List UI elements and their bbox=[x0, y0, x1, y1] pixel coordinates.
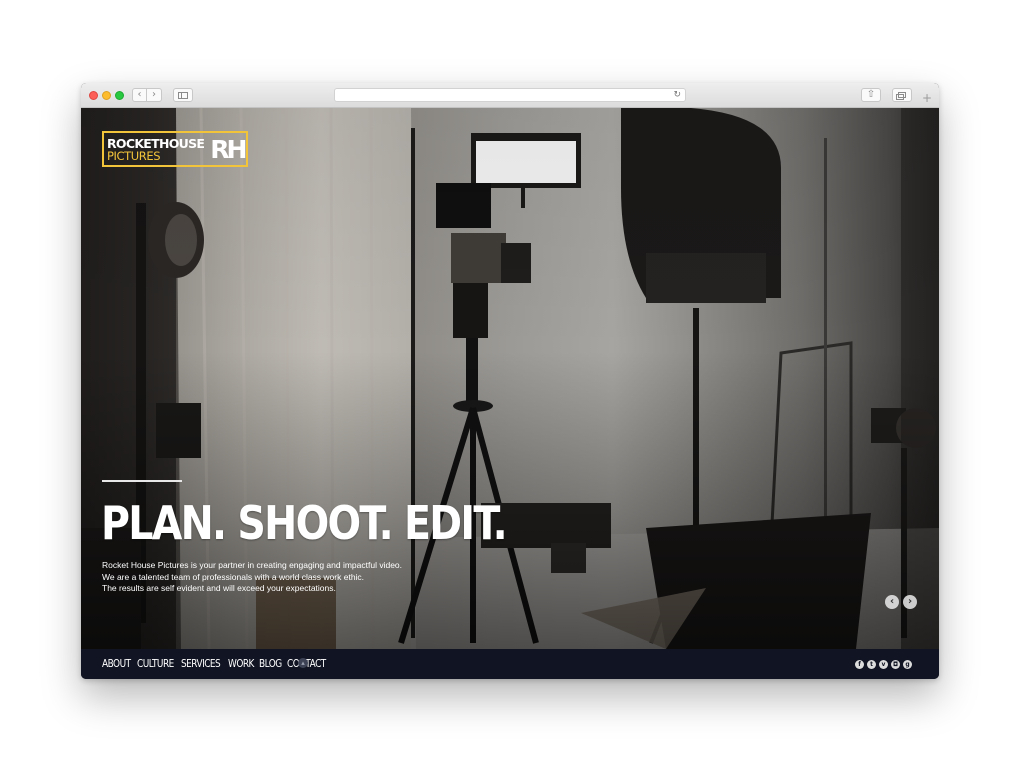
site-navigation: ABOUT CULTURE SERVICES WORK BLOG CONTACT… bbox=[81, 649, 939, 679]
chevron-right-icon: › bbox=[152, 89, 156, 100]
nav-item-about[interactable]: ABOUT bbox=[102, 658, 131, 670]
share-button[interactable]: ⇧ bbox=[861, 88, 881, 102]
logo-line-2: PICTURES bbox=[107, 148, 161, 163]
forward-button[interactable]: › bbox=[147, 88, 162, 102]
logo-line-1: ROCKETHOUSE bbox=[107, 135, 205, 151]
logo-wordmark: ROCKETHOUSE PICTURES bbox=[104, 133, 208, 165]
address-bar[interactable]: ↻ bbox=[334, 88, 686, 102]
minimize-window-button[interactable] bbox=[102, 91, 111, 100]
hero-divider bbox=[102, 480, 182, 482]
twitter-icon[interactable]: t bbox=[867, 660, 876, 669]
vimeo-icon[interactable]: v bbox=[879, 660, 888, 669]
nav-item-services[interactable]: SERVICES bbox=[181, 658, 221, 670]
browser-window: ‹ › ↻ ⇧ + ROCKETHOUSE PICTURES RH PLAN. … bbox=[81, 83, 939, 679]
instagram-icon[interactable]: ◘ bbox=[891, 660, 900, 669]
nav-item-work[interactable]: WORK bbox=[228, 658, 254, 670]
facebook-icon[interactable]: f bbox=[855, 660, 864, 669]
scroll-up-icon[interactable]: ▴ bbox=[298, 658, 308, 668]
chevron-left-icon: ‹ bbox=[889, 596, 895, 607]
zoom-window-button[interactable] bbox=[115, 91, 124, 100]
social-links: f t v ◘ g bbox=[852, 660, 912, 669]
share-icon: ⇧ bbox=[866, 89, 876, 100]
chevron-right-icon: › bbox=[907, 596, 913, 607]
nav-item-blog[interactable]: BLOG bbox=[259, 658, 282, 670]
hero-description-line: The results are self evident and will ex… bbox=[102, 583, 336, 593]
page-viewport: ROCKETHOUSE PICTURES RH PLAN. SHOOT. EDI… bbox=[81, 108, 939, 649]
slider-prev-button[interactable]: ‹ bbox=[885, 595, 899, 609]
sidebar-toggle-button[interactable] bbox=[173, 88, 193, 102]
hero-title: PLAN. SHOOT. EDIT. bbox=[101, 496, 508, 550]
hero-description: Rocket House Pictures is your partner in… bbox=[102, 560, 403, 595]
plus-icon[interactable]: + bbox=[922, 91, 932, 105]
sidebar-icon bbox=[178, 91, 188, 99]
reload-icon[interactable]: ↻ bbox=[673, 89, 681, 101]
hero-description-line: Rocket House Pictures is your partner in… bbox=[102, 560, 403, 570]
nav-item-culture[interactable]: CULTURE bbox=[137, 658, 174, 670]
browser-toolbar: ‹ › ↻ ⇧ + bbox=[81, 83, 939, 108]
logo-monogram: RH bbox=[210, 134, 247, 164]
show-tabs-button[interactable] bbox=[892, 88, 912, 102]
tabs-icon bbox=[896, 92, 906, 100]
hero-description-line: We are a talented team of professionals … bbox=[102, 571, 365, 582]
chevron-left-icon: ‹ bbox=[137, 89, 142, 100]
close-window-button[interactable] bbox=[89, 91, 98, 100]
google-plus-icon[interactable]: g bbox=[903, 660, 912, 669]
slider-next-button[interactable]: › bbox=[903, 595, 917, 609]
brand-logo[interactable]: ROCKETHOUSE PICTURES RH bbox=[102, 131, 249, 167]
back-button[interactable]: ‹ bbox=[132, 88, 147, 102]
